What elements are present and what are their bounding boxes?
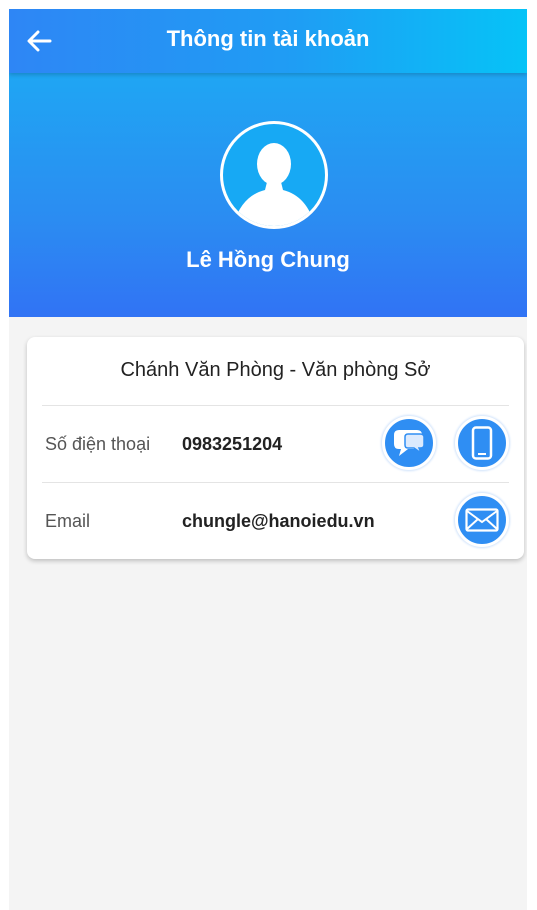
envelope-icon: [465, 508, 499, 532]
email-label: Email: [45, 511, 91, 531]
chat-bubble-icon: [394, 430, 425, 456]
sms-button[interactable]: [382, 416, 436, 470]
send-email-button[interactable]: [455, 493, 509, 547]
call-button[interactable]: [455, 416, 509, 470]
page-title: Thông tin tài khoản: [166, 26, 370, 51]
position-title: Chánh Văn Phòng - Văn phòng Sở: [120, 359, 431, 381]
phone-value[interactable]: 0983251204: [182, 434, 282, 455]
divider: [42, 405, 509, 406]
email-value[interactable]: chungle@hanoiedu.vn: [182, 511, 375, 532]
mobile-phone-icon: [471, 426, 493, 460]
user-silhouette-icon: [233, 143, 315, 226]
app-header: Thông tin tài khoản: [9, 9, 527, 73]
contact-card: Chánh Văn Phòng - Văn phòng Sở Số điện t…: [27, 337, 524, 559]
avatar: [220, 121, 328, 229]
profile-banner: Lê Hồng Chung: [9, 73, 527, 317]
divider: [42, 482, 509, 483]
phone-label: Số điện thoại: [45, 434, 151, 454]
profile-name: Lê Hồng Chung: [186, 247, 350, 272]
account-info-screen: Thông tin tài khoản Lê Hồng Chung Chánh …: [9, 9, 527, 910]
